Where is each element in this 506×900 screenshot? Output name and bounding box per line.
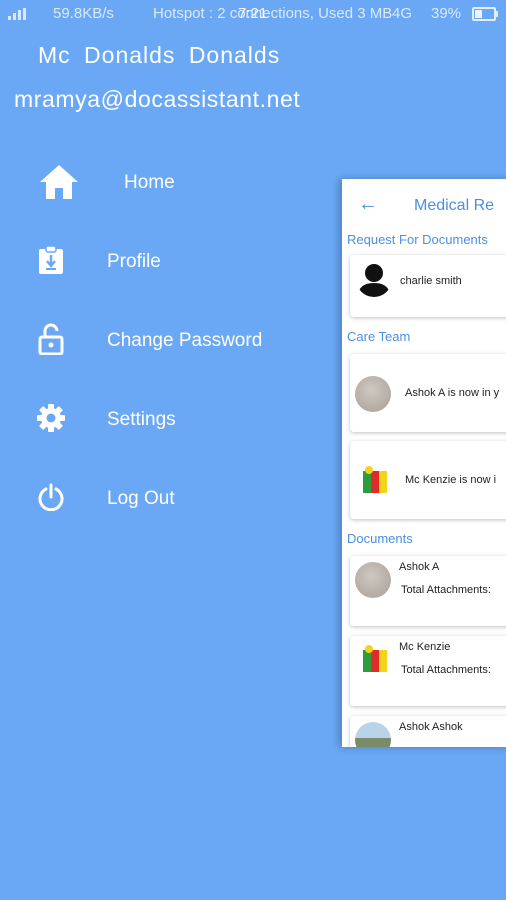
status-bar: 59.8KB/s Hotspot : 2 connections, Used 3… xyxy=(0,0,506,28)
section-care-team: Care Team xyxy=(347,329,411,344)
document-card[interactable]: Ashok Ashok xyxy=(350,716,506,747)
document-attachments: Total Attachments: xyxy=(401,664,491,676)
home-icon xyxy=(38,162,80,202)
battery-percent: 39% xyxy=(431,5,462,22)
menu-item-label: Settings xyxy=(107,409,176,430)
main-screen-preview[interactable]: ← Medical Re Request For Documents charl… xyxy=(342,179,506,747)
document-card[interactable]: Mc Kenzie Total Attachments: xyxy=(350,636,506,706)
care-team-text: Ashok A is now in y xyxy=(405,387,500,399)
document-name: Ashok Ashok xyxy=(399,721,463,733)
clock: 7:21 xyxy=(238,5,268,22)
screen-title: Medical Re xyxy=(414,197,495,214)
menu-item-label: Change Password xyxy=(107,330,263,351)
document-card[interactable]: Ashok A Total Attachments: xyxy=(350,556,506,626)
menu-item-profile[interactable]: Profile xyxy=(0,236,330,286)
menu-item-settings[interactable]: Settings xyxy=(0,394,330,444)
document-attachments: Total Attachments: xyxy=(401,584,491,596)
request-card[interactable]: charlie smith xyxy=(350,255,506,317)
document-name: Ashok A xyxy=(399,561,440,573)
user-name: Mc Donalds Donalds xyxy=(38,42,281,68)
gray-avatar xyxy=(355,562,391,598)
document-name: Mc Kenzie xyxy=(399,641,451,653)
menu-item-label: Log Out xyxy=(107,488,175,509)
care-team-card[interactable]: Mc Kenzie is now i xyxy=(350,441,506,519)
signal-icon xyxy=(8,8,32,20)
gray-avatar xyxy=(355,376,391,412)
menu-item-home[interactable]: Home xyxy=(0,158,330,208)
menu-item-change-password[interactable]: Change Password xyxy=(0,315,330,365)
gear-icon xyxy=(36,403,66,433)
care-team-text: Mc Kenzie is now i xyxy=(405,474,497,486)
menu-item-label: Home xyxy=(124,172,175,193)
battery-icon xyxy=(472,7,498,21)
menu-item-label: Profile xyxy=(107,251,161,272)
section-documents: Documents xyxy=(347,531,413,546)
care-team-card[interactable]: Ashok A is now in y xyxy=(350,354,506,432)
menu-item-logout[interactable]: Log Out xyxy=(0,473,330,523)
user-email: mramya@docassistant.net xyxy=(14,86,301,112)
arrow-left-icon[interactable]: ← xyxy=(358,193,378,216)
network-speed: 59.8KB/s xyxy=(53,5,114,22)
lock-icon xyxy=(38,323,64,355)
flag-avatar xyxy=(355,642,391,678)
flag-avatar xyxy=(355,463,391,499)
profile-clipboard-icon xyxy=(38,245,64,275)
request-name: charlie smith xyxy=(400,275,462,287)
network-type: 4G xyxy=(392,5,413,22)
hotspot-status: Hotspot : 2 connections, Used 3 MB xyxy=(153,5,393,22)
section-request-documents: Request For Documents xyxy=(347,232,488,247)
user-avatar xyxy=(356,261,392,297)
landscape-avatar xyxy=(355,722,391,747)
power-icon xyxy=(37,483,65,511)
